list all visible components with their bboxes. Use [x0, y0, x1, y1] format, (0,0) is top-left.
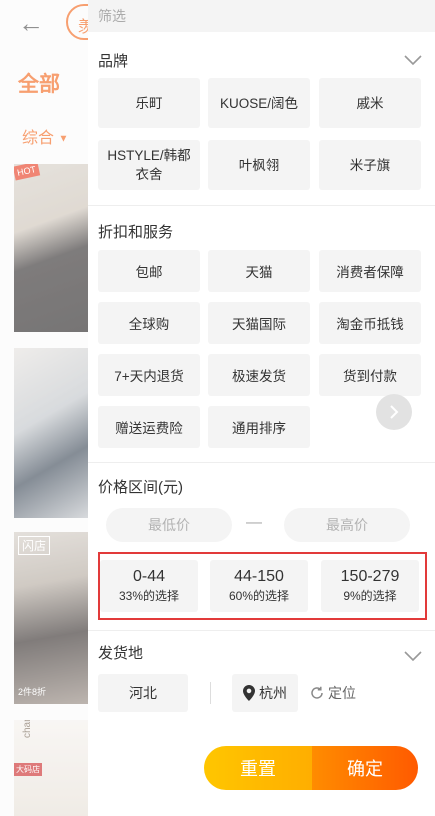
price-range-option[interactable]: 44-150 60%的选择 — [210, 560, 308, 612]
reset-button[interactable]: 重置 — [204, 746, 312, 790]
price-separator: — — [246, 514, 262, 531]
location-chip-hebei[interactable]: 河北 — [98, 674, 188, 712]
brand-chip[interactable]: KUOSE/阔色 — [208, 78, 310, 128]
locate-button[interactable]: 定位 — [310, 683, 356, 703]
brand-section-title: 品牌 — [98, 53, 129, 70]
chevron-down-icon[interactable] — [404, 650, 422, 662]
service-chip[interactable]: 天猫 — [208, 250, 310, 292]
price-range-highlight: 0-44 33%的选择 44-150 60%的选择 150-279 9%的选择 — [98, 552, 427, 620]
brand-chip[interactable]: 叶枫翎 — [208, 140, 310, 190]
price-range-option[interactable]: 0-44 33%的选择 — [100, 560, 198, 612]
services-section-title: 折扣和服务 — [98, 224, 174, 241]
confirm-button[interactable]: 确定 — [312, 746, 418, 790]
scroll-right-button[interactable] — [376, 394, 412, 430]
chevron-down-icon[interactable] — [404, 54, 422, 66]
brand-chip[interactable]: 米子旗 — [319, 140, 421, 190]
min-price-input[interactable] — [106, 508, 232, 542]
price-range-value: 44-150 — [234, 568, 284, 585]
location-section-title: 发货地 — [98, 645, 144, 662]
service-chip[interactable]: 极速发货 — [208, 354, 310, 396]
price-range-option[interactable]: 150-279 9%的选择 — [321, 560, 419, 612]
service-chip[interactable]: 淘金币抵钱 — [319, 302, 421, 344]
panel-title: 筛选 — [88, 0, 435, 32]
section-divider — [88, 462, 435, 463]
location-chip-hangzhou[interactable]: 杭州 — [232, 674, 298, 712]
price-range-value: 150-279 — [340, 568, 400, 585]
price-range-percent: 33%的选择 — [118, 589, 180, 603]
map-pin-icon — [243, 685, 255, 701]
service-chip[interactable]: 赠送运费险 — [98, 406, 200, 448]
service-chip[interactable]: 包邮 — [98, 250, 200, 292]
service-chip[interactable]: 货到付款 — [319, 354, 421, 396]
price-range-percent: 60%的选择 — [228, 589, 290, 603]
chevron-right-icon — [390, 405, 399, 419]
service-chip[interactable]: 消费者保障 — [319, 250, 421, 292]
service-chip[interactable]: 全球购 — [98, 302, 200, 344]
price-section-title: 价格区间(元) — [98, 479, 183, 496]
service-chip[interactable]: 通用排序 — [208, 406, 310, 448]
brand-chip[interactable]: HSTYLE/韩都衣舍 — [98, 140, 200, 190]
brand-chip[interactable]: 戚米 — [319, 78, 421, 128]
filter-panel: 筛选 品牌 乐町 KUOSE/阔色 戚米 HSTYLE/韩都衣舍 叶枫翎 米子旗… — [88, 0, 435, 816]
price-range-value: 0-44 — [132, 568, 166, 585]
max-price-input[interactable] — [284, 508, 410, 542]
service-chip[interactable]: 7+天内退货 — [98, 354, 200, 396]
price-range-percent: 9%的选择 — [343, 589, 397, 603]
section-divider — [88, 630, 435, 631]
location-label: 杭州 — [259, 685, 287, 701]
service-chip[interactable]: 天猫国际 — [208, 302, 310, 344]
section-divider — [88, 205, 435, 206]
brand-chip[interactable]: 乐町 — [98, 78, 200, 128]
refresh-icon — [311, 686, 323, 699]
locate-label: 定位 — [328, 685, 356, 701]
location-separator — [210, 682, 211, 704]
